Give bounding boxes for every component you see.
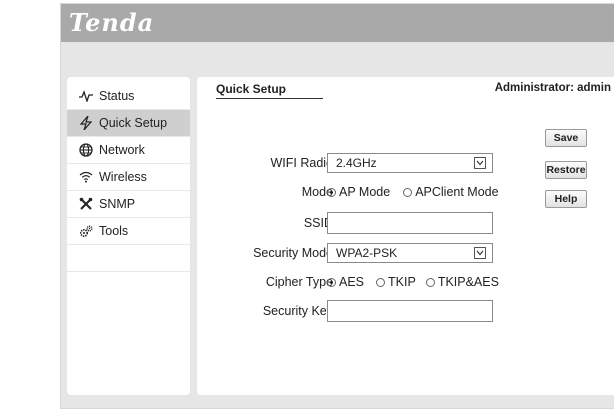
sidebar: Status Quick Setup Network Wireless SNMP xyxy=(67,77,190,395)
cipher-type-radio-group: AES TKIP TKIP&AES xyxy=(327,275,499,289)
sidebar-item-network[interactable]: Network xyxy=(67,137,190,164)
cipher-type-label: Cipher Type xyxy=(265,275,333,289)
wifi-icon xyxy=(77,171,95,183)
chevron-down-icon[interactable] xyxy=(474,157,486,169)
security-mode-select[interactable]: WPA2-PSK xyxy=(327,243,493,263)
sidebar-item-quick-setup[interactable]: Quick Setup xyxy=(67,110,190,137)
administrator-info: Administrator: admin xyxy=(495,82,611,94)
app-window: Tenda Status Quick Setup Network Wireles… xyxy=(60,3,614,409)
lightning-icon xyxy=(77,116,95,130)
chevron-down-icon[interactable] xyxy=(474,247,486,259)
radio-ap-mode[interactable]: AP Mode xyxy=(327,185,390,199)
ssid-input[interactable] xyxy=(327,212,493,234)
help-button[interactable]: Help xyxy=(545,190,587,208)
gears-icon xyxy=(77,225,95,238)
security-mode-label: Security Mode xyxy=(253,246,333,260)
tab-underline xyxy=(216,98,323,99)
sidebar-item-label: SNMP xyxy=(99,197,136,211)
sidebar-item-status[interactable]: Status xyxy=(67,83,190,110)
sidebar-item-tools[interactable]: Tools xyxy=(67,218,190,245)
radio-label: TKIP xyxy=(388,275,416,289)
radio-label: AP Mode xyxy=(339,185,391,199)
wifi-radio-value: 2.4GHz xyxy=(336,156,377,170)
radio-label: TKIP&AES xyxy=(437,275,499,289)
restore-button[interactable]: Restore xyxy=(545,161,587,179)
security-key-label: Security Key xyxy=(262,304,333,318)
wifi-radio-label: WIFI Radio xyxy=(270,156,333,170)
radio-label: APClient Mode xyxy=(415,185,499,199)
tab-quick-setup[interactable]: Quick Setup xyxy=(216,82,286,96)
admin-user: admin xyxy=(577,82,611,94)
radio-dot[interactable] xyxy=(376,277,386,287)
save-button[interactable]: Save xyxy=(545,129,587,147)
radio-label: AES xyxy=(339,275,365,289)
radio-dot[interactable] xyxy=(403,187,413,197)
sidebar-item-wireless[interactable]: Wireless xyxy=(67,164,190,191)
radio-aes[interactable]: AES xyxy=(327,275,364,289)
wifi-radio-select[interactable]: 2.4GHz xyxy=(327,153,493,173)
security-key-input[interactable] xyxy=(327,300,493,322)
sidebar-item-label: Quick Setup xyxy=(99,116,168,130)
radio-dot-selected[interactable] xyxy=(327,187,336,197)
mode-radio-group: AP Mode APClient Mode xyxy=(327,185,499,199)
main-panel: Quick Setup Administrator: admin WIFI Ra… xyxy=(197,77,614,395)
radio-tkip-aes[interactable]: TKIP&AES xyxy=(425,275,499,289)
top-bar: Tenda xyxy=(61,4,614,42)
radio-dot[interactable] xyxy=(425,277,435,287)
tools-cross-icon xyxy=(77,197,95,211)
admin-prefix: Administrator: xyxy=(494,82,574,94)
globe-icon xyxy=(77,143,95,157)
radio-dot-selected[interactable] xyxy=(327,277,336,287)
sidebar-item-label: Tools xyxy=(99,224,129,238)
sidebar-empty-item xyxy=(67,245,190,272)
radio-apclient-mode[interactable]: APClient Mode xyxy=(403,185,499,199)
tenda-logo: Tenda xyxy=(69,8,155,37)
radio-tkip[interactable]: TKIP xyxy=(376,275,416,289)
pulse-icon xyxy=(77,90,95,102)
sidebar-item-label: Wireless xyxy=(99,170,147,184)
sidebar-item-label: Network xyxy=(99,143,145,157)
sidebar-item-label: Status xyxy=(99,89,135,103)
sidebar-item-snmp[interactable]: SNMP xyxy=(67,191,190,218)
security-mode-value: WPA2-PSK xyxy=(336,246,398,260)
